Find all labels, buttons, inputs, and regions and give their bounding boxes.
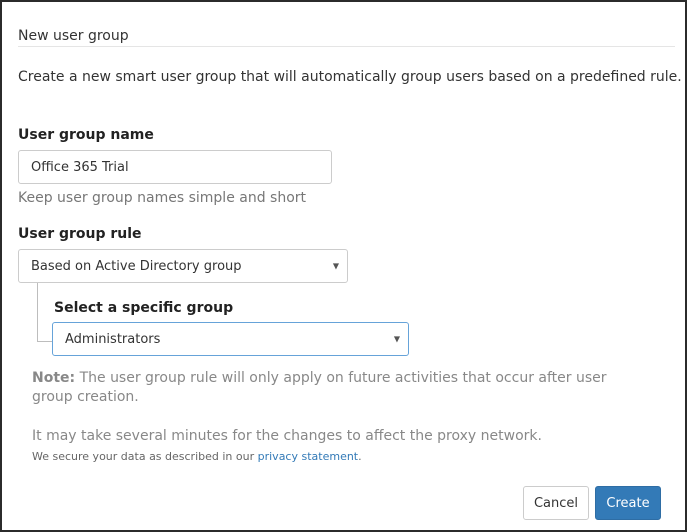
privacy-statement-link[interactable]: privacy statement (258, 450, 359, 463)
specific-group-label: Select a specific group (54, 300, 234, 316)
user-group-rule-label: User group rule (18, 226, 142, 242)
specific-group-value: Administrators (65, 331, 161, 347)
cancel-button[interactable]: Cancel (523, 486, 589, 520)
rule-connector-line (37, 283, 53, 342)
privacy-notice-text: We secure your data as described in our (32, 450, 258, 463)
user-group-name-input[interactable] (18, 150, 332, 184)
dialog-intro: Create a new smart user group that will … (18, 69, 682, 85)
create-button[interactable]: Create (595, 486, 661, 520)
user-group-name-hint: Keep user group names simple and short (18, 190, 307, 206)
privacy-notice-suffix: . (358, 450, 362, 463)
rule-note: Note: The user group rule will only appl… (32, 369, 642, 407)
privacy-notice: We secure your data as described in our … (32, 450, 362, 463)
user-group-rule-select[interactable]: Based on Active Directory group ▼ (18, 249, 348, 283)
specific-group-select[interactable]: Administrators ▼ (52, 322, 409, 356)
dialog-title: New user group (18, 28, 129, 44)
note-prefix: Note: (32, 370, 76, 386)
user-group-name-label: User group name (18, 127, 154, 143)
user-group-rule-value: Based on Active Directory group (31, 258, 242, 274)
caret-down-icon: ▼ (332, 261, 339, 271)
title-divider (18, 46, 675, 47)
new-user-group-dialog: New user group Create a new smart user g… (0, 0, 687, 532)
note-text: The user group rule will only apply on f… (32, 370, 607, 405)
propagation-note: It may take several minutes for the chan… (32, 428, 542, 444)
caret-down-icon: ▼ (393, 334, 400, 344)
